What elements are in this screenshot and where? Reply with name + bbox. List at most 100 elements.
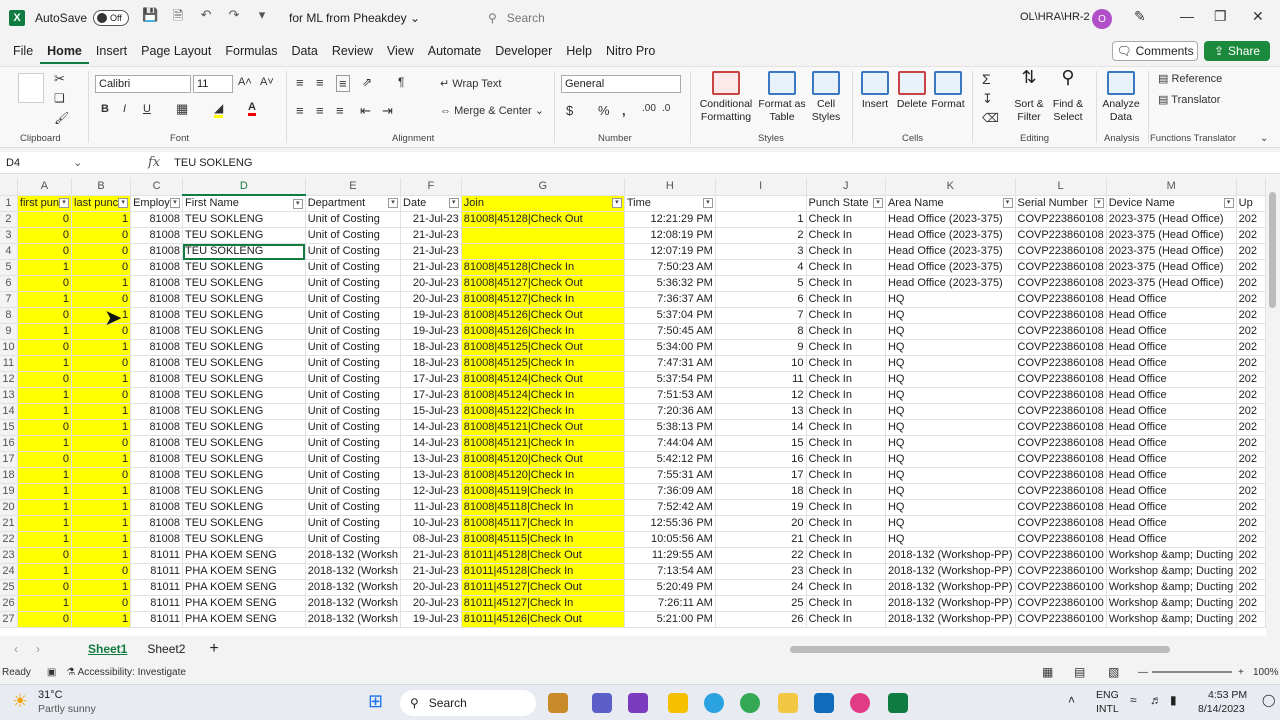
cell[interactable]: 81008	[130, 499, 184, 516]
cell[interactable]: Unit of Costing	[305, 419, 402, 436]
conditional-formatting-button[interactable]: Conditional Formatting	[696, 71, 756, 124]
cell[interactable]: Check In	[806, 563, 886, 580]
cell[interactable]: TEU SOKLENG	[182, 211, 306, 228]
cell[interactable]: Check In	[806, 307, 886, 324]
cell[interactable]: 81008|45121|Check Out	[461, 419, 625, 436]
cell[interactable]: 0	[71, 355, 132, 372]
cell[interactable]: HQ	[885, 451, 1016, 468]
close-icon[interactable]: ✕	[1252, 8, 1264, 25]
cell[interactable]: 18-Jul-23	[400, 355, 462, 372]
cell[interactable]: 202	[1236, 419, 1266, 436]
add-sheet-icon[interactable]: +	[209, 640, 218, 658]
cell[interactable]: 0	[17, 275, 73, 292]
cell[interactable]: 202	[1236, 563, 1266, 580]
cell[interactable]: 202	[1236, 275, 1266, 292]
cell[interactable]: 10	[715, 355, 807, 372]
cell[interactable]: TEU SOKLENG	[182, 419, 306, 436]
column-header-M[interactable]: M	[1106, 178, 1237, 196]
cell[interactable]: COVP223860108	[1015, 451, 1107, 468]
language-2[interactable]: INTL	[1096, 703, 1119, 715]
cell[interactable]: Check In	[806, 211, 886, 228]
cell[interactable]: 18-Jul-23	[400, 339, 462, 356]
cell[interactable]: 2023-375 (Head Office)	[1106, 243, 1237, 260]
cell[interactable]: Unit of Costing	[305, 451, 402, 468]
zoom-slider[interactable]	[1152, 671, 1232, 673]
cell[interactable]: 81011|45126|Check Out	[461, 611, 625, 628]
cell[interactable]: 21-Jul-23	[400, 211, 462, 228]
cell[interactable]: 81008	[130, 323, 184, 340]
filter-dropdown-icon[interactable]: ▾	[388, 198, 399, 209]
cell[interactable]: 81008	[130, 483, 184, 500]
cell[interactable]: 202	[1236, 499, 1266, 516]
snip-icon[interactable]	[668, 693, 688, 713]
cell[interactable]: TEU SOKLENG	[182, 275, 306, 292]
cell[interactable]: 17	[715, 467, 807, 484]
zoom-out-icon[interactable]: —	[1138, 667, 1148, 678]
cell[interactable]: 1	[17, 435, 73, 452]
cell[interactable]: Unit of Costing	[305, 243, 402, 260]
font-color-icon[interactable]: A	[248, 101, 256, 116]
cell[interactable]: TEU SOKLENG	[182, 531, 306, 548]
cell[interactable]: 7:52:42 AM	[624, 499, 716, 516]
cell[interactable]: 81008	[130, 275, 184, 292]
cell-styles-button[interactable]: Cell Styles	[808, 71, 844, 124]
column-header-F[interactable]: F	[400, 178, 462, 196]
cell[interactable]: 2023-375 (Head Office)	[1106, 275, 1237, 292]
cell[interactable]: 5:38:13 PM	[624, 419, 716, 436]
cell[interactable]: 7:51:53 AM	[624, 387, 716, 404]
cell[interactable]: Workshop &amp; Ducting	[1106, 579, 1237, 596]
cell[interactable]: 81011	[130, 547, 184, 564]
cell[interactable]: COVP223860100	[1015, 579, 1107, 596]
cell[interactable]: 24	[715, 579, 807, 596]
cell[interactable]: 0	[71, 467, 132, 484]
filter-dropdown-icon[interactable]: ▾	[872, 198, 883, 209]
cell[interactable]: 1	[17, 467, 73, 484]
column-header-C[interactable]: C	[130, 178, 184, 196]
row-header[interactable]: 20	[0, 499, 18, 516]
cell[interactable]: 202	[1236, 387, 1266, 404]
cell[interactable]: Unit of Costing	[305, 259, 402, 276]
cell[interactable]: 1	[17, 323, 73, 340]
cell[interactable]: 81008|45122|Check In	[461, 403, 625, 420]
cell[interactable]: 0	[71, 243, 132, 260]
avatar[interactable]: O	[1092, 9, 1112, 29]
cell[interactable]: Unit of Costing	[305, 211, 402, 228]
cell[interactable]: PHA KOEM SENG	[182, 611, 306, 628]
cell[interactable]: Check In	[806, 355, 886, 372]
cell[interactable]: HQ	[885, 435, 1016, 452]
cell[interactable]: PHA KOEM SENG	[182, 547, 306, 564]
cell[interactable]: TEU SOKLENG	[182, 435, 306, 452]
pen-icon[interactable]: ✎	[1134, 8, 1146, 25]
cell[interactable]: Head Office	[1106, 467, 1237, 484]
taskbar-search[interactable]: ⚲ Search	[400, 690, 536, 716]
row-header[interactable]: 16	[0, 435, 18, 452]
cell[interactable]: Check In	[806, 291, 886, 308]
header-cell[interactable]: Time ▾	[624, 195, 716, 212]
cell[interactable]: 4	[715, 259, 807, 276]
cell[interactable]: 18	[715, 483, 807, 500]
cell[interactable]: PHA KOEM SENG	[182, 595, 306, 612]
cell[interactable]: TEU SOKLENG	[182, 291, 306, 308]
cell[interactable]: COVP223860108	[1015, 483, 1107, 500]
bold-icon[interactable]: B	[101, 103, 109, 115]
cell[interactable]: 7:26:11 AM	[624, 595, 716, 612]
cell[interactable]: Workshop &amp; Ducting	[1106, 547, 1237, 564]
cell[interactable]: Unit of Costing	[305, 323, 402, 340]
text-direction-icon[interactable]: ¶	[398, 75, 404, 89]
cell[interactable]: Unit of Costing	[305, 435, 402, 452]
cell[interactable]: 2018-132 (Worksh	[305, 611, 402, 628]
cell[interactable]: 0	[17, 371, 73, 388]
format-as-table-button[interactable]: Format as Table	[758, 71, 806, 124]
cell[interactable]: Head Office	[1106, 371, 1237, 388]
cell[interactable]: 81008|45124|Check In	[461, 387, 625, 404]
cell[interactable]: Check In	[806, 499, 886, 516]
filter-dropdown-icon[interactable]: ▾	[448, 198, 459, 209]
cell[interactable]: 0	[17, 211, 73, 228]
wifi-icon[interactable]: ≈	[1130, 693, 1137, 707]
cell[interactable]: 1	[17, 499, 73, 516]
cell[interactable]: 8	[715, 323, 807, 340]
cell[interactable]: 0	[17, 419, 73, 436]
cell[interactable]: 08-Jul-23	[400, 531, 462, 548]
cell[interactable]: TEU SOKLENG	[182, 451, 306, 468]
row-header[interactable]: 3	[0, 227, 18, 244]
